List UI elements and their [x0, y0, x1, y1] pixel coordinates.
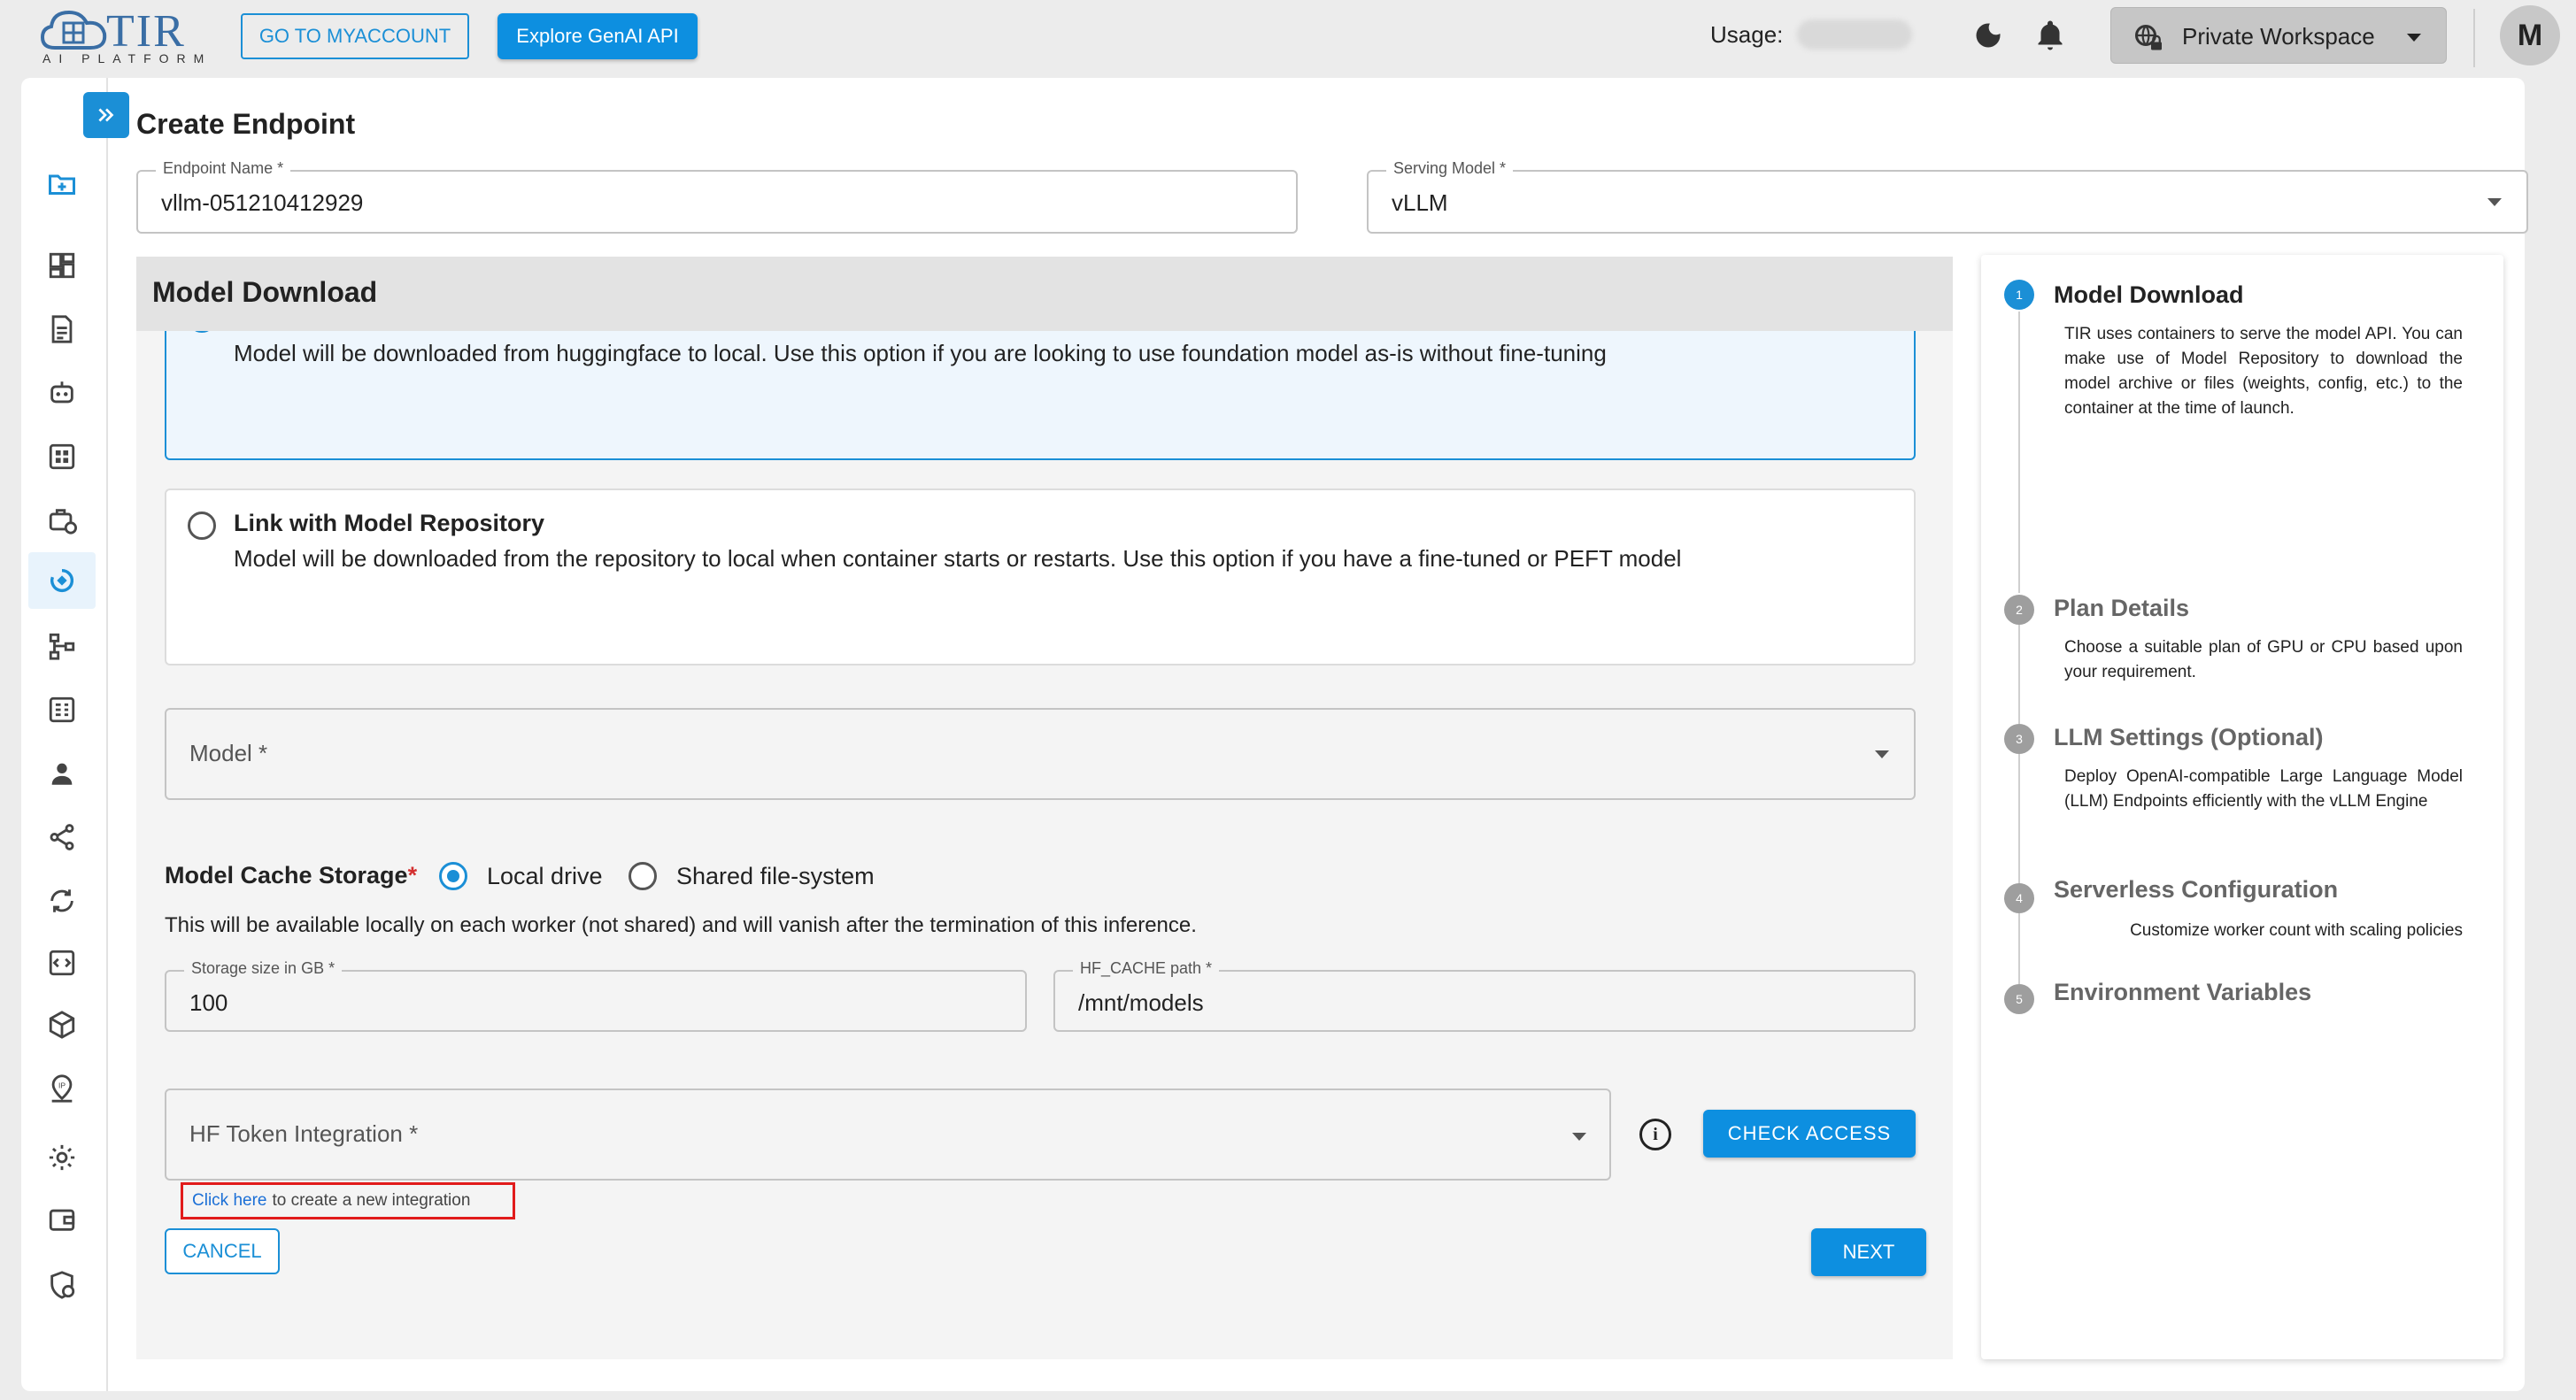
- create-integration-suffix: to create a new integration: [272, 1191, 471, 1210]
- new-project-icon[interactable]: [41, 163, 83, 205]
- pipeline-icon[interactable]: [41, 625, 83, 667]
- option-repo-title: Link with Model Repository: [234, 510, 545, 536]
- security-icon[interactable]: [41, 1264, 83, 1306]
- endpoint-name-value: vllm-051210412929: [161, 189, 364, 216]
- create-integration-hint: Click here to create a new integration: [181, 1182, 515, 1219]
- model-select[interactable]: Model *: [165, 708, 1916, 800]
- model-placeholder: Model *: [189, 740, 268, 766]
- step-1-indicator: 1: [2004, 280, 2034, 310]
- package-icon[interactable]: [41, 1004, 83, 1046]
- hf-token-integration-select[interactable]: HF Token Integration *: [165, 1088, 1611, 1181]
- step-1-title: Model Download: [2054, 281, 2244, 308]
- registry-icon[interactable]: [41, 688, 83, 731]
- ip-icon[interactable]: IP: [41, 1067, 83, 1110]
- step-connector: [2018, 312, 2020, 593]
- step-3-title: LLM Settings (Optional): [2054, 724, 2324, 750]
- notebook-icon[interactable]: [41, 308, 83, 350]
- job-icon[interactable]: [41, 499, 83, 542]
- step-connector: [2018, 754, 2020, 883]
- svg-text:IP: IP: [58, 1081, 66, 1089]
- create-integration-link[interactable]: Click here: [192, 1191, 266, 1211]
- step-5-indicator: 5: [2004, 984, 2034, 1014]
- sync-icon[interactable]: [41, 880, 83, 922]
- go-to-myaccount-button[interactable]: GO TO MYACCOUNT: [241, 13, 469, 59]
- header-divider: [2473, 9, 2475, 67]
- chevron-down-icon: [1875, 750, 1889, 758]
- step-2-indicator: 2: [2004, 595, 2034, 625]
- double-chevron-right-icon: [98, 108, 114, 122]
- step-2-desc: Choose a suitable plan of GPU or CPU bas…: [2064, 638, 2463, 681]
- expand-sidebar-button[interactable]: [83, 92, 129, 138]
- inference-icon[interactable]: [28, 552, 96, 609]
- workspace-select[interactable]: Private Workspace: [2110, 7, 2447, 64]
- settings-icon[interactable]: [41, 1136, 83, 1179]
- step-connector: [2018, 913, 2020, 984]
- endpoint-name-label: Endpoint Name *: [156, 159, 291, 178]
- step-3-desc: Deploy OpenAI-compatible Large Language …: [2064, 767, 2463, 811]
- bot-icon[interactable]: [41, 372, 83, 414]
- workspace-lock-icon: [2135, 25, 2162, 50]
- cloud-logo-icon: [40, 10, 107, 50]
- option-repo-desc: Model will be downloaded from the reposi…: [234, 545, 1682, 572]
- storage-size-value: 100: [189, 989, 228, 1016]
- hf-token-placeholder: HF Token Integration *: [189, 1120, 419, 1147]
- hf-cache-path-field[interactable]: HF_CACHE path * /mnt/models: [1053, 959, 1916, 1032]
- radio-local-drive[interactable]: [439, 862, 467, 890]
- storage-size-field[interactable]: Storage size in GB * 100: [165, 959, 1027, 1032]
- endpoint-name-field[interactable]: Endpoint Name * vllm-051210412929: [136, 159, 1298, 234]
- radio-model-repository[interactable]: [188, 512, 216, 540]
- option-huggingface-desc: Model will be downloaded from huggingfac…: [234, 340, 1607, 366]
- section-title: Model Download: [152, 276, 378, 308]
- workspace-label: Private Workspace: [2182, 23, 2375, 50]
- step-3-indicator: 3: [2004, 724, 2034, 754]
- share-icon[interactable]: [41, 816, 83, 858]
- chevron-down-icon: [1572, 1133, 1586, 1141]
- option-card-huggingface[interactable]: Model will be downloaded from huggingfac…: [165, 304, 1916, 460]
- step-4-title: Serverless Configuration: [2054, 876, 2339, 903]
- notifications-bell-icon[interactable]: [2034, 18, 2066, 53]
- info-icon[interactable]: i: [1639, 1119, 1671, 1150]
- section-header: Model Download: [136, 257, 1953, 331]
- step-4-indicator: 4: [2004, 883, 2034, 913]
- step-1-desc: TIR uses containers to serve the model A…: [2064, 325, 2463, 418]
- check-access-button[interactable]: CHECK ACCESS: [1703, 1110, 1916, 1158]
- step-5-title: Environment Variables: [2054, 979, 2312, 1005]
- step-connector: [2018, 625, 2020, 724]
- hf-cache-label: HF_CACHE path *: [1073, 959, 1220, 978]
- chevron-down-icon: [2487, 198, 2502, 206]
- storage-size-label: Storage size in GB *: [184, 959, 343, 978]
- serving-model-label: Serving Model *: [1386, 159, 1514, 178]
- explore-genai-api-button[interactable]: Explore GenAI API: [497, 13, 698, 59]
- dark-mode-icon[interactable]: [1972, 19, 2004, 51]
- option-card-model-repository[interactable]: Link with Model Repository Model will be…: [165, 488, 1916, 665]
- page-title: Create Endpoint: [136, 108, 356, 140]
- logo-subtext: AI PLATFORM: [42, 51, 212, 65]
- hf-cache-value: /mnt/models: [1078, 989, 1204, 1016]
- cache-storage-label: Model Cache Storage*: [165, 862, 418, 888]
- step-2-title: Plan Details: [2054, 595, 2190, 621]
- step-4-desc: Customize worker count with scaling poli…: [2130, 921, 2463, 940]
- top-header: TIR AI PLATFORM GO TO MYACCOUNT Explore …: [0, 0, 2576, 78]
- user-avatar[interactable]: M: [2500, 5, 2560, 65]
- sidebar-divider: [106, 78, 108, 1391]
- stepper-panel: 1 Model Download TIR uses containers to …: [1981, 255, 2503, 1359]
- serving-model-value: vLLM: [1392, 189, 1448, 216]
- logo-text: TIR: [106, 6, 186, 57]
- wallet-icon[interactable]: [41, 1198, 83, 1241]
- shared-file-system-label: Shared file-system: [676, 863, 875, 889]
- usage-label: Usage:: [1710, 21, 1784, 48]
- next-button[interactable]: NEXT: [1811, 1228, 1926, 1276]
- apps-icon[interactable]: [41, 435, 83, 478]
- user-icon[interactable]: [41, 752, 83, 795]
- serving-model-select[interactable]: Serving Model * vLLM: [1367, 159, 2528, 234]
- required-mark: *: [407, 862, 418, 888]
- usage-value-redacted: [1797, 19, 1912, 50]
- cancel-button[interactable]: CANCEL: [165, 1228, 280, 1274]
- dashboard-icon[interactable]: [41, 244, 83, 287]
- code-icon[interactable]: [41, 942, 83, 984]
- radio-shared-file-system[interactable]: [629, 862, 657, 890]
- local-drive-label: Local drive: [487, 863, 603, 889]
- cache-note: This will be available locally on each w…: [165, 913, 1197, 937]
- chevron-down-icon: [2407, 34, 2421, 42]
